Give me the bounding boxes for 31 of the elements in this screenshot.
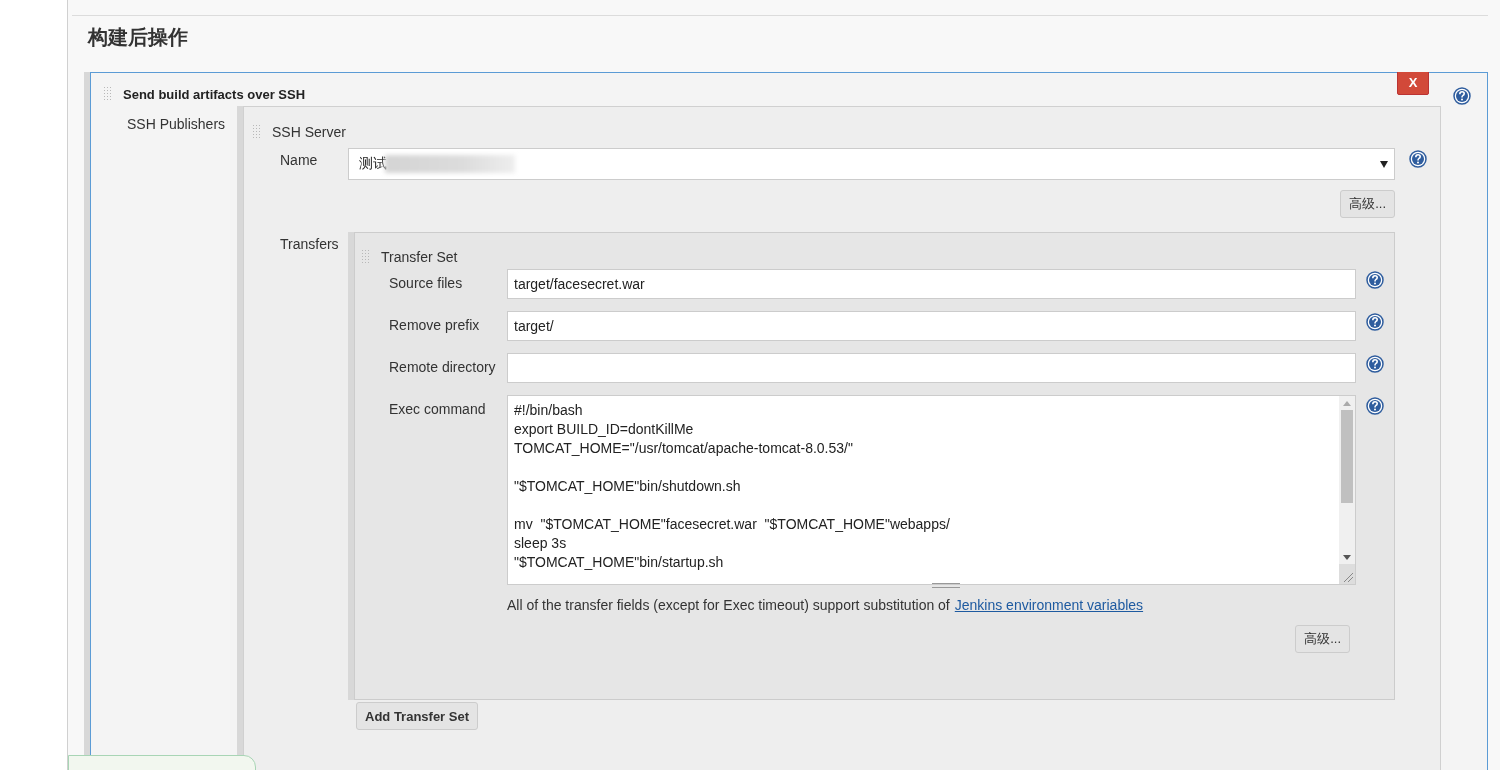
help-text: All of the transfer fields (except for Exec timeout) support substitution of Jenkins environment variables (507, 597, 1144, 613)
field-label: SSH Publishers (127, 116, 226, 132)
field-label: Source files (389, 275, 463, 291)
help-icon[interactable] (1366, 397, 1384, 415)
text-field[interactable] (507, 353, 1356, 383)
transfer-set-title: Transfer Set (381, 249, 458, 265)
step-title: Send build artifacts over SSH (123, 86, 306, 102)
field-label: Remote directory (389, 359, 496, 375)
help-icon[interactable] (1366, 313, 1384, 331)
environment-variables-link[interactable]: Jenkins environment variables (954, 597, 1144, 613)
add-transfer-set-button[interactable]: Add Transfer Set (356, 702, 479, 730)
field-label: Transfers (280, 236, 339, 252)
help-icon[interactable] (1408, 150, 1427, 168)
advanced-button[interactable]: 高级... (1340, 190, 1395, 218)
help-icon[interactable] (1366, 355, 1384, 373)
help-icon[interactable] (1366, 271, 1384, 289)
exec-command-textarea[interactable]: #!/bin/bash export BUILD_ID=dontKillMe TOMCAT_HOME="/usr/tomcat/apache-tomcat-8.0.53/" "$TOMCAT_HOME"bin/shutdown.sh mv "$TOMCAT_HOME"facesecret.war "$TOMCAT_HOME"webapps/ sleep 3s "$TOMCAT_HOME"bin/startup.sh (507, 395, 1356, 585)
field-label: Name (280, 152, 318, 168)
scroll-down-icon[interactable] (1342, 553, 1352, 561)
delete-button[interactable]: X (1397, 72, 1429, 95)
scrollbar[interactable] (1339, 396, 1355, 584)
text-field[interactable]: target/ (507, 311, 1356, 341)
name-select[interactable]: 测试 (348, 148, 1395, 180)
text-field[interactable]: target/facesecret.war (507, 269, 1356, 299)
resize-grip-icon[interactable] (1339, 564, 1355, 584)
section-title: 构建后操作 (88, 25, 189, 50)
advanced-button[interactable]: 高级... (1295, 625, 1350, 653)
field-label: Exec command (389, 401, 486, 417)
field-label: Remove prefix (389, 317, 480, 333)
server-title: SSH Server (272, 124, 346, 140)
help-icon[interactable] (1453, 87, 1471, 105)
